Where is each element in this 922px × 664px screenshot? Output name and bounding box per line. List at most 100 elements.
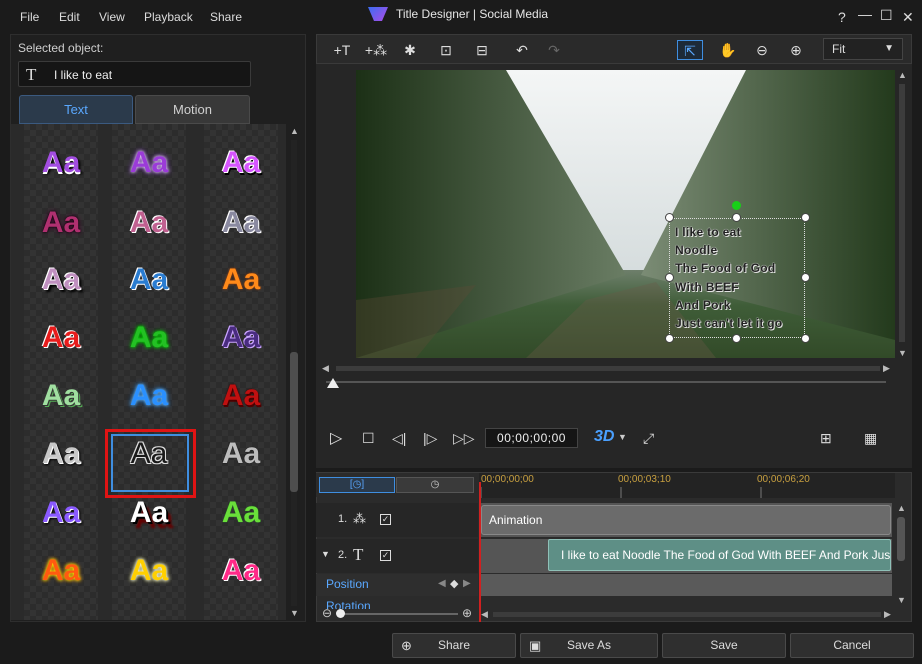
grid-lines-icon[interactable]: ▦ — [864, 430, 877, 447]
title-text-overlay[interactable]: I like to eat Noodle The Food of God Wit… — [675, 223, 783, 332]
resize-handle[interactable] — [801, 213, 810, 222]
text-preset-tile[interactable]: Aa — [204, 198, 278, 248]
cancel-button[interactable]: Cancel — [790, 633, 914, 658]
text-preset-tile[interactable]: Aa — [24, 488, 98, 538]
zoom-in-icon[interactable]: ⊕ — [783, 40, 809, 60]
tab-text[interactable]: Text — [19, 95, 133, 124]
viewer-vscrollbar[interactable]: ▲ ▼ — [897, 70, 907, 360]
resize-handle[interactable] — [665, 334, 674, 343]
title-text-clip[interactable]: I like to eat Noodle The Food of God Wit… — [548, 539, 891, 571]
scrollbar-track[interactable] — [336, 366, 880, 371]
resize-handle[interactable] — [801, 334, 810, 343]
scroll-left-icon[interactable]: ◀ — [322, 363, 329, 374]
undo-icon[interactable]: ↶ — [509, 40, 535, 60]
timeline-clock-button[interactable]: [◷] — [319, 477, 395, 493]
insert-particle-icon[interactable]: +⁂ — [363, 40, 389, 60]
keyframe-next-icon[interactable]: ▶ — [463, 578, 471, 589]
menu-playback[interactable]: Playback — [144, 10, 193, 24]
zoom-track[interactable] — [338, 613, 458, 615]
resize-handle[interactable] — [732, 213, 741, 222]
insert-effect-icon[interactable]: ✱ — [397, 40, 423, 60]
hand-tool-icon[interactable]: ✋ — [715, 40, 741, 60]
menu-edit[interactable]: Edit — [59, 10, 80, 24]
text-preset-tile[interactable]: Aa — [204, 313, 278, 363]
text-preset-tile[interactable]: Aa — [24, 313, 98, 363]
zoom-out-icon[interactable]: ⊖ — [749, 40, 775, 60]
zoom-out-icon[interactable]: ⊖ — [322, 606, 332, 620]
select-tool-icon[interactable]: ⇱ — [677, 40, 703, 60]
scroll-down-icon[interactable]: ▼ — [290, 608, 299, 618]
timeline-clock-button-2[interactable]: ◷ — [396, 477, 474, 493]
text-preset-tile[interactable]: Aa — [112, 138, 186, 188]
text-preset-tile[interactable]: Aa — [24, 255, 98, 305]
text-preset-tile[interactable]: Aa — [24, 429, 98, 479]
fast-forward-icon[interactable]: ▷▷ — [453, 430, 475, 447]
3d-mode-button[interactable]: 3D — [594, 428, 614, 446]
video-preview[interactable] — [356, 70, 895, 358]
text-preset-tile[interactable]: Aa — [112, 313, 186, 363]
timeline-ruler[interactable] — [479, 473, 895, 498]
text-preset-tile[interactable]: Aa — [204, 429, 278, 479]
help-button[interactable]: ? — [838, 9, 846, 25]
insert-background-icon[interactable]: ⊟ — [469, 40, 495, 60]
viewer-hscrollbar[interactable]: ◀ ▶ — [322, 363, 892, 373]
resize-handle[interactable] — [665, 213, 674, 222]
minimize-button[interactable]: — — [858, 6, 872, 22]
text-preset-tile[interactable]: Aa — [112, 198, 186, 248]
insert-text-icon[interactable]: +T — [329, 40, 355, 60]
scroll-up-icon[interactable]: ▲ — [897, 503, 906, 513]
timeline-zoom-slider[interactable]: ⊖ ⊕ — [322, 606, 472, 620]
scrollbar-thumb[interactable] — [897, 517, 905, 561]
text-preset-tile[interactable]: Aa — [24, 138, 98, 188]
scroll-down-icon[interactable]: ▼ — [897, 595, 906, 605]
next-frame-icon[interactable]: |▷ — [423, 430, 437, 447]
keyframe-prev-icon[interactable]: ◀ — [438, 578, 446, 589]
menu-share[interactable]: Share — [210, 10, 242, 24]
scroll-right-icon[interactable]: ▶ — [883, 363, 890, 374]
playhead[interactable] — [479, 482, 481, 622]
menu-file[interactable]: File — [20, 10, 39, 24]
text-preset-tile[interactable]: Aa — [204, 138, 278, 188]
timeline-vscrollbar[interactable]: ▲ ▼ — [896, 503, 906, 607]
tab-motion[interactable]: Motion — [135, 95, 250, 124]
scroll-left-icon[interactable]: ◀ — [481, 609, 488, 620]
track-1-visible-checkbox[interactable]: ✓ — [380, 514, 391, 525]
scrollbar-thumb[interactable] — [290, 352, 298, 492]
text-preset-tile[interactable]: Aa — [24, 198, 98, 248]
scroll-up-icon[interactable]: ▲ — [898, 70, 907, 80]
scrollbar-track[interactable] — [899, 84, 905, 342]
play-icon[interactable]: ▷ — [330, 428, 342, 448]
scroll-right-icon[interactable]: ▶ — [884, 609, 891, 620]
zoom-fit-dropdown[interactable]: Fit ▼ — [823, 38, 903, 60]
close-button[interactable]: ✕ — [902, 9, 914, 26]
text-preset-tile[interactable]: Aa — [24, 546, 98, 596]
safe-zone-icon[interactable]: ⊞ — [820, 430, 832, 447]
text-preset-tile[interactable]: Aa — [24, 371, 98, 421]
share-button[interactable]: ⊕ Share — [392, 633, 516, 658]
animation-clip[interactable]: Animation — [481, 505, 891, 535]
zoom-thumb[interactable] — [336, 609, 345, 618]
save-button[interactable]: Save — [662, 633, 786, 658]
maximize-button[interactable]: ☐ — [880, 7, 893, 24]
resize-handle[interactable] — [801, 273, 810, 282]
text-preset-tile[interactable]: Aa — [204, 488, 278, 538]
fullscreen-icon[interactable]: ⤢ — [643, 430, 654, 447]
redo-icon[interactable]: ↷ — [541, 40, 567, 60]
chevron-down-icon[interactable]: ▼ — [618, 432, 627, 442]
position-lane[interactable] — [479, 574, 892, 596]
text-preset-tile[interactable]: Aa — [112, 255, 186, 305]
timeline-hscrollbar[interactable]: ◀ ▶ — [481, 609, 893, 619]
text-preset-tile[interactable]: Aa — [204, 371, 278, 421]
text-preset-tile[interactable]: Aa — [112, 371, 186, 421]
text-preset-tile[interactable]: Aa — [204, 546, 278, 596]
slider-thumb[interactable] — [327, 378, 339, 388]
resize-handle[interactable] — [732, 334, 741, 343]
resize-handle[interactable] — [665, 273, 674, 282]
previous-frame-icon[interactable]: ◁| — [392, 430, 406, 447]
scrollbar-track[interactable] — [493, 612, 881, 617]
menu-view[interactable]: View — [99, 10, 125, 24]
stop-icon[interactable]: ☐ — [362, 430, 375, 447]
text-preset-tile[interactable]: Aa — [204, 255, 278, 305]
selected-object-field[interactable]: T I like to eat — [18, 61, 251, 87]
timecode-display[interactable]: 00;00;00;00 — [485, 428, 578, 448]
